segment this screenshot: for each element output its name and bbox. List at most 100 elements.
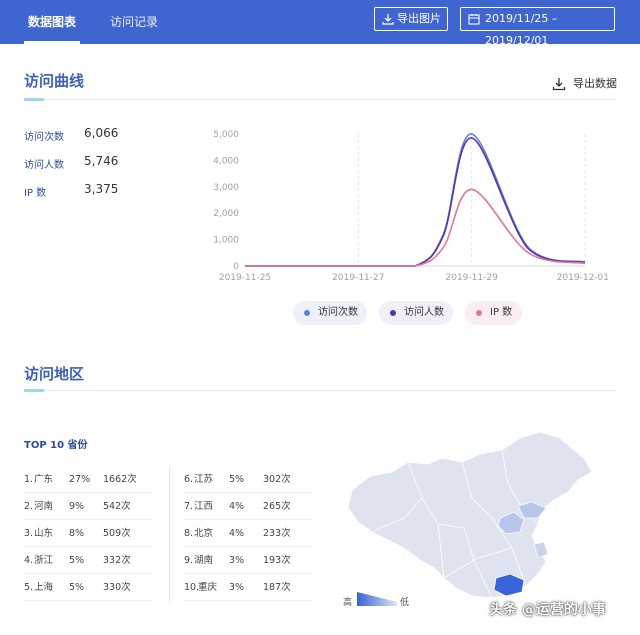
chart-y-tick-label: 5,000 xyxy=(213,130,239,140)
row-percent: 5% xyxy=(69,582,85,593)
row-percent: 8% xyxy=(69,528,85,539)
stat-value-visits: 6,066 xyxy=(84,126,119,140)
row-count: 265次 xyxy=(263,501,291,512)
row-province: 江苏 xyxy=(194,474,214,485)
row-province: 湖南 xyxy=(194,555,214,566)
row-rank: 9. xyxy=(184,555,194,566)
legend-ip[interactable]: IP 数 xyxy=(465,301,522,325)
row-percent: 27% xyxy=(69,474,91,485)
row-count: 1662次 xyxy=(103,474,137,485)
row-count: 233次 xyxy=(263,528,291,539)
row-count: 193次 xyxy=(263,555,291,566)
row-province: 河南 xyxy=(34,501,54,512)
chart-x-tick-label: 2019-11-25 xyxy=(219,273,271,283)
row-rank: 8. xyxy=(184,528,194,539)
color-scale-bar xyxy=(357,592,397,606)
chart-series-line-2 xyxy=(245,188,586,267)
chart-x-tick-label: 2019-12-01 xyxy=(557,273,609,283)
row-percent: 3% xyxy=(229,555,245,566)
row-province: 上海 xyxy=(34,582,54,593)
row-percent: 5% xyxy=(69,555,85,566)
visit-region-title: 访问地区 xyxy=(24,365,85,383)
chart-y-tick-label: 4,000 xyxy=(213,156,239,166)
row-rank: 2. xyxy=(24,501,34,512)
stat-label-visitors: 访问人数 xyxy=(24,160,64,171)
row-percent: 4% xyxy=(229,528,245,539)
chart-y-tick-label: 2,000 xyxy=(213,209,239,219)
row-province: 浙江 xyxy=(34,555,54,566)
chart-x-tick-label: 2019-11-27 xyxy=(332,273,384,283)
row-count: 187次 xyxy=(263,582,291,593)
row-province: 山东 xyxy=(34,528,54,539)
row-count: 509次 xyxy=(103,528,131,539)
row-rank: 10. xyxy=(184,582,200,593)
row-province: 北京 xyxy=(194,528,214,539)
row-rank: 5. xyxy=(24,582,34,593)
table-row: 7. 江西 4% 265次 xyxy=(184,493,312,520)
legend-visits[interactable]: 访问次数 xyxy=(293,301,367,325)
download-icon xyxy=(382,14,394,25)
export-image-button[interactable]: 导出图片 xyxy=(374,7,448,31)
row-rank: 4. xyxy=(24,555,34,566)
legend-dot xyxy=(390,310,396,316)
section-divider xyxy=(24,390,616,391)
tab-data-charts[interactable]: 数据图表 xyxy=(23,0,81,44)
top-bar: 数据图表 访问记录 导出图片 2019/11/25 – 2019/12/01 xyxy=(0,0,640,47)
stat-value-ip: 3,375 xyxy=(84,182,119,196)
legend-label-visitors: 访问人数 xyxy=(404,307,444,318)
row-count: 330次 xyxy=(103,582,131,593)
stat-label-ip: IP 数 xyxy=(24,188,47,199)
date-range-text: 2019/11/25 – 2019/12/01 xyxy=(485,12,558,47)
tab-visit-records[interactable]: 访问记录 xyxy=(110,0,158,44)
table-row: 3. 山东 8% 509次 xyxy=(24,520,152,547)
table-row: 2. 河南 9% 542次 xyxy=(24,493,152,520)
row-rank: 1. xyxy=(24,474,34,485)
chart-y-tick-label: 3,000 xyxy=(213,183,239,193)
row-percent: 3% xyxy=(229,582,245,593)
row-rank: 3. xyxy=(24,528,34,539)
row-count: 542次 xyxy=(103,501,131,512)
stat-value-visitors: 5,746 xyxy=(84,154,119,168)
row-province: 广东 xyxy=(34,474,54,485)
legend-label-visits: 访问次数 xyxy=(318,307,358,318)
legend-dot xyxy=(304,310,310,316)
scale-label-high: 高 xyxy=(343,598,353,608)
calendar-icon xyxy=(468,14,480,25)
section-accent xyxy=(24,98,44,101)
chart-x-tick-label: 2019-11-29 xyxy=(446,273,499,283)
visit-line-chart: 0 1,000 2,000 3,000 4,000 5,000 2019-11-25 2019… xyxy=(213,130,609,283)
china-map xyxy=(347,431,593,599)
chart-y-tick-label: 0 xyxy=(233,262,239,272)
section-accent xyxy=(24,389,44,392)
date-range-picker[interactable]: 2019/11/25 – 2019/12/01 xyxy=(460,7,615,47)
column-divider xyxy=(169,466,170,602)
table-row: 1. 广东 27% 1662次 xyxy=(24,466,152,493)
legend-visitors[interactable]: 访问人数 xyxy=(379,301,453,325)
row-percent: 4% xyxy=(229,501,245,512)
table-row: 10. 重庆 3% 187次 xyxy=(184,574,312,601)
export-data-label: 导出数据 xyxy=(573,77,617,90)
stat-label-visits: 访问次数 xyxy=(24,132,64,143)
map-china-outline xyxy=(347,431,593,599)
top10-title: TOP 10 省份 xyxy=(24,440,88,451)
chart-series-line-0 xyxy=(245,133,586,267)
table-row: 9. 湖南 3% 193次 xyxy=(184,547,312,574)
table-row: 6. 江苏 5% 302次 xyxy=(184,466,312,493)
legend-label-ip: IP 数 xyxy=(490,307,513,318)
row-count: 302次 xyxy=(263,474,291,485)
section-divider xyxy=(24,99,616,100)
row-rank: 7. xyxy=(184,501,194,512)
chart-y-tick-label: 1,000 xyxy=(213,236,239,246)
row-count: 332次 xyxy=(103,555,131,566)
row-province: 重庆 xyxy=(198,582,218,593)
row-rank: 6. xyxy=(184,474,194,485)
legend-dot xyxy=(476,310,482,316)
table-row: 4. 浙江 5% 332次 xyxy=(24,547,152,574)
watermark: 头条 @运营的小事 xyxy=(489,602,606,618)
export-data-button[interactable]: 导出数据 xyxy=(552,76,617,92)
row-percent: 5% xyxy=(229,474,245,485)
row-province: 江西 xyxy=(194,501,214,512)
table-row: 5. 上海 5% 330次 xyxy=(24,574,152,601)
row-percent: 9% xyxy=(69,501,85,512)
scale-label-low: 低 xyxy=(400,598,410,608)
